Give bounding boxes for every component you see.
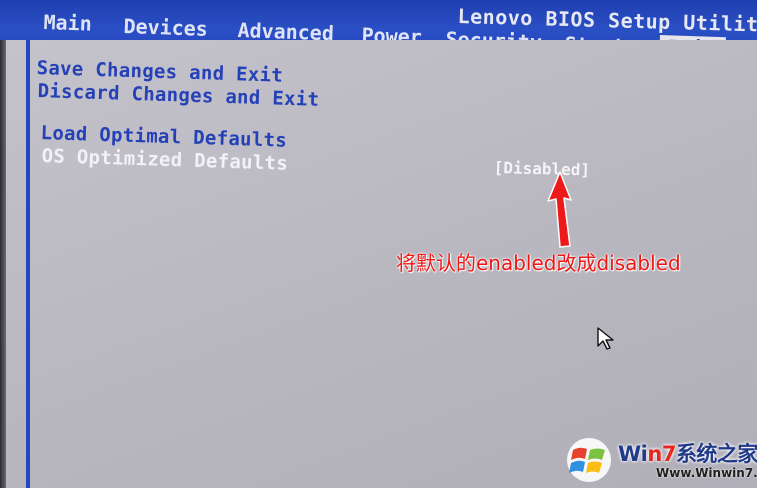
watermark-brand: Win7系统之家: [618, 438, 757, 468]
monitor-bezel: [0, 40, 6, 488]
mouse-cursor-icon: [597, 327, 614, 350]
watermark-brand-suffix: 系统之家: [675, 442, 757, 466]
tab-main[interactable]: Main: [43, 10, 92, 36]
bios-screen: Lenovo BIOS Setup Utility Main Devices A…: [0, 0, 757, 488]
arrow-icon: [547, 171, 572, 248]
watermark: Win7系统之家 Www.Winwin7.com: [560, 432, 757, 488]
annotation-text: 将默认的enabled改成disabled: [396, 251, 681, 275]
watermark-brand-prefix: Wi: [618, 442, 648, 466]
tab-devices[interactable]: Devices: [123, 14, 208, 41]
watermark-brand-number: n7: [647, 442, 676, 466]
windows-logo-icon: [567, 438, 611, 482]
panel-border: [26, 40, 30, 488]
watermark-url: Www.Winwin7.com: [656, 466, 757, 480]
